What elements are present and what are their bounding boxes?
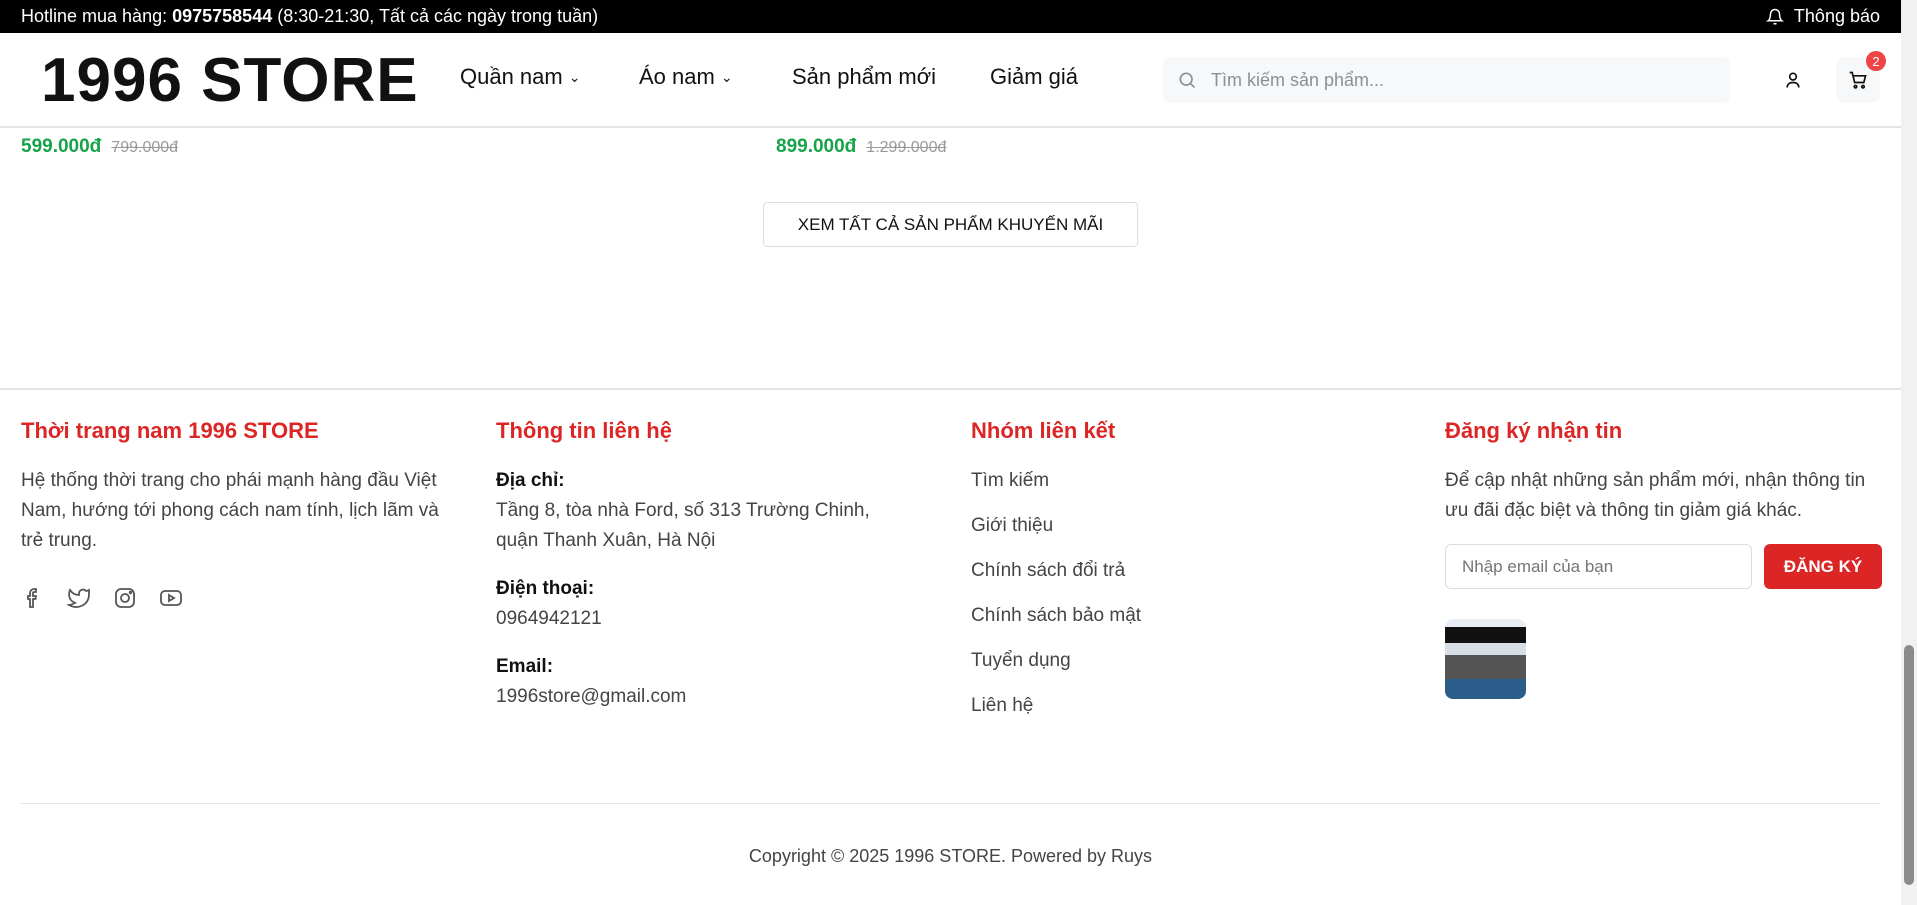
footer-link[interactable]: Giới thiệu [971,511,1411,556]
footer-link[interactable]: Tuyển dụng [971,646,1411,691]
search-icon [1179,72,1196,89]
newsletter-email-input[interactable] [1445,544,1752,589]
site-header: 1996 STORE Quần nam ⌄ Áo nam ⌄ Sản phẩm mớ… [0,33,1901,128]
address: Tầng 8, tòa nhà Ford, số 313 Trường Chin… [496,500,870,551]
search-input[interactable]: Tìm kiếm sản phẩm... [1163,57,1730,103]
nav-quan-nam[interactable]: Quần nam ⌄ [460,64,580,90]
footer-link[interactable]: Chính sách bảo mật [971,601,1411,646]
hotline-number[interactable]: 0975758544 [172,6,272,26]
facebook-icon[interactable] [21,586,45,610]
email-label: Email: [496,656,554,677]
copyright-divider [21,803,1880,804]
chevron-down-icon: ⌄ [568,68,581,85]
notifications-button[interactable]: Thông báo [1765,6,1880,27]
cart-button[interactable]: 2 [1836,51,1886,103]
footer-about: Thời trang nam 1996 STORE Hệ thống thời … [21,418,451,610]
chevron-down-icon: ⌄ [720,68,733,85]
footer-heading: Thông tin liên hệ [496,418,672,443]
email[interactable]: 1996store@gmail.com [496,682,916,712]
top-bar: Hotline mua hàng: 0975758544 (8:30-21:30… [0,0,1901,33]
scrollbar-thumb[interactable] [1904,645,1914,885]
phone[interactable]: 0964942121 [496,604,916,634]
nav-label: Áo nam [639,64,715,89]
original-price: 1.299.000đ [866,139,947,156]
notifications-label: Thông báo [1793,6,1880,26]
scrollbar[interactable] [1901,0,1917,905]
footer-newsletter: Đăng ký nhận tin Để cập nhật những sản p… [1445,418,1885,699]
hotline: Hotline mua hàng: 0975758544 (8:30-21:30… [21,6,598,27]
cart-icon [1849,71,1867,89]
nav-label: Giảm giá [990,64,1079,89]
footer-contact: Thông tin liên hệ Địa chỉ: Tầng 8, tòa nh… [496,418,916,730]
youtube-icon[interactable] [159,586,183,610]
footer-divider [0,388,1901,390]
instagram-icon[interactable] [113,586,137,610]
about-text: Hệ thống thời trang cho phái mạnh hàng đ… [21,470,439,551]
store-image [1445,619,1526,699]
nav-label: Sản phẩm mới [792,64,937,89]
account-button[interactable] [1771,57,1815,103]
footer-links: Nhóm liên kết Tìm kiếm Giới thiệu Chính … [971,418,1411,736]
search-placeholder: Tìm kiếm sản phẩm... [1211,69,1385,90]
footer-heading: Nhóm liên kết [971,418,1116,443]
sale-price: 899.000đ [776,136,857,157]
nav-label: Quần nam [460,64,563,89]
bell-icon [1765,8,1784,24]
copyright: Copyright © 2025 1996 STORE. Powered by … [748,846,1153,866]
cart-count-badge: 2 [1866,51,1886,71]
logo[interactable]: 1996 STORE [41,45,419,116]
original-price: 799.000đ [111,139,179,156]
view-all-sale-button[interactable]: XEM TẤT CẢ SẢN PHẨM KHUYẾN MÃI [763,202,1138,247]
address-label: Địa chỉ: [496,470,565,491]
sale-price: 599.000đ [21,136,102,157]
product-price: 599.000đ 799.000đ [21,136,178,158]
social-links [21,586,451,610]
hotline-label: Hotline mua hàng: [21,6,168,26]
user-icon [1786,72,1800,88]
footer-link[interactable]: Liên hệ [971,691,1411,736]
nav-giam-gia[interactable]: Giảm giá [990,64,1078,90]
nav-san-pham-moi[interactable]: Sản phẩm mới [792,64,936,90]
footer-link[interactable]: Chính sách đổi trả [971,556,1411,601]
phone-label: Điện thoại: [496,578,595,599]
subscribe-button[interactable]: ĐĂNG KÝ [1764,544,1882,589]
twitter-icon[interactable] [67,586,91,610]
nav-ao-nam[interactable]: Áo nam ⌄ [639,64,733,90]
newsletter-text: Để cập nhật những sản phẩm mới, nhận thô… [1445,470,1866,521]
footer-link[interactable]: Tìm kiếm [971,466,1411,511]
footer-heading: Đăng ký nhận tin [1445,418,1623,443]
footer-heading: Thời trang nam 1996 STORE [21,418,319,443]
hotline-hours: (8:30-21:30, Tất cả các ngày trong tuần) [277,6,599,26]
product-price: 899.000đ 1.299.000đ [776,136,946,158]
